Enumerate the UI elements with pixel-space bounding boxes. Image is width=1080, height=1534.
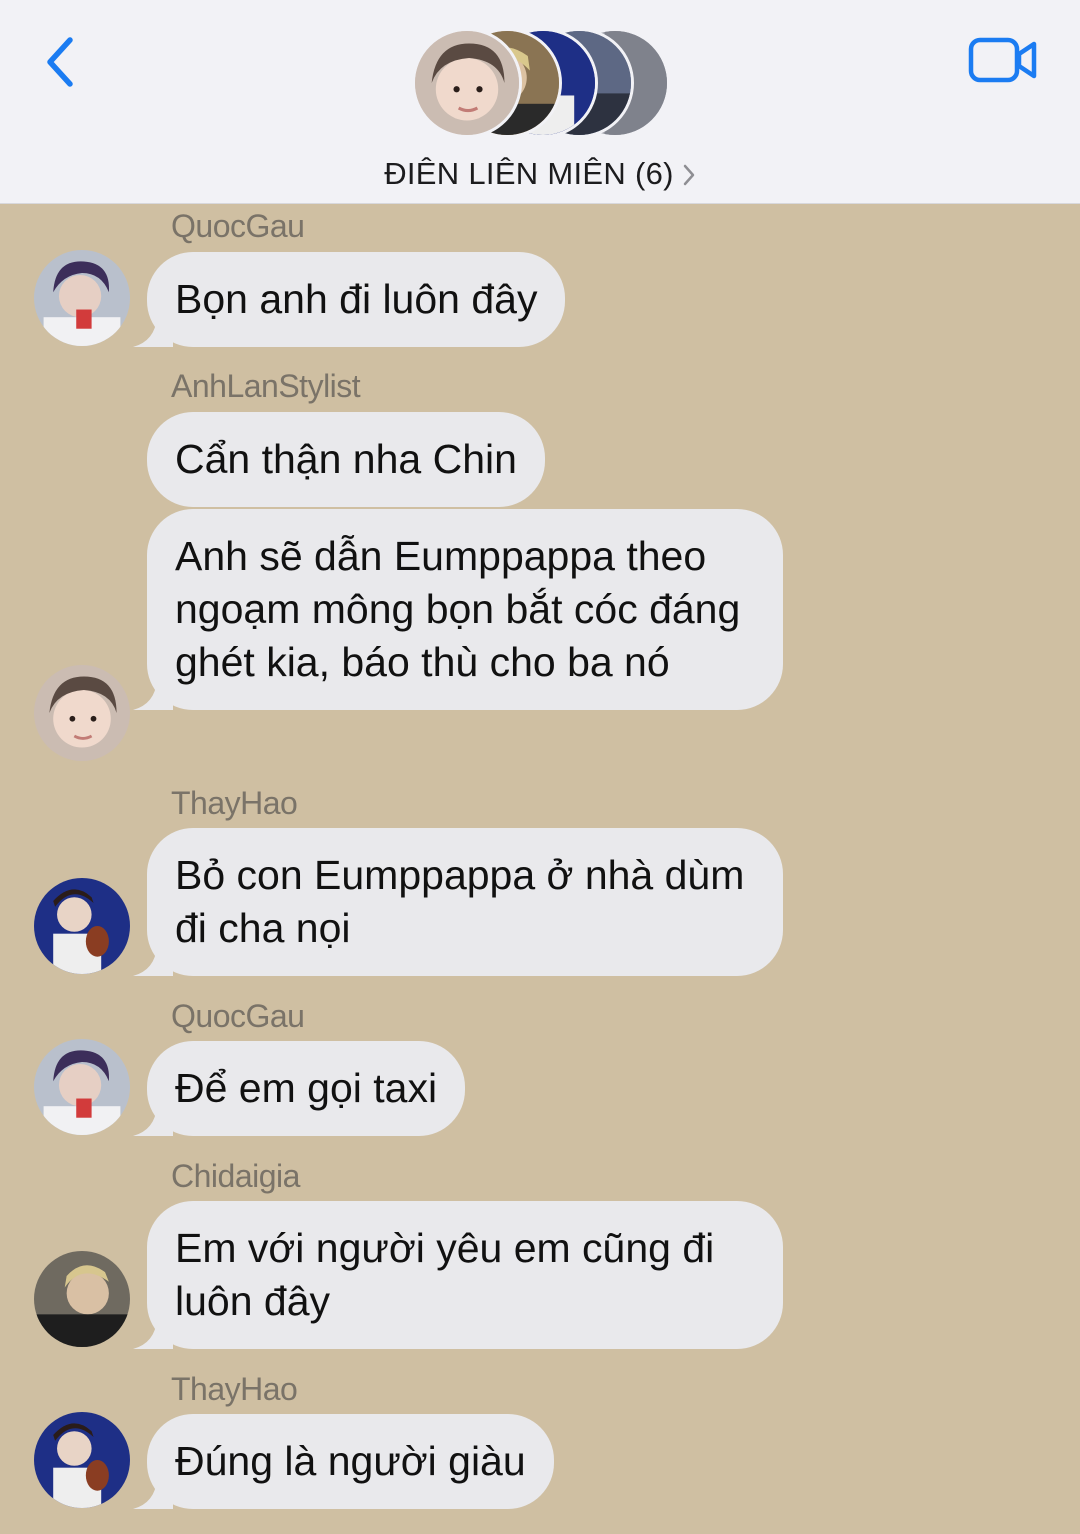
group-title[interactable]: ĐIÊN LIÊN MIÊN (6): [0, 150, 1080, 198]
bubble-tail: [133, 311, 173, 347]
avatar[interactable]: [34, 250, 130, 346]
message-bubble[interactable]: Em với người yêu em cũng đi luôn đây: [133, 1201, 783, 1349]
message-bubble[interactable]: Để em gọi taxi: [133, 1041, 466, 1136]
avatar[interactable]: [34, 1039, 130, 1135]
sender-name: ThayHao: [171, 785, 298, 821]
message-text: Đúng là người giàu: [175, 1438, 526, 1484]
avatar[interactable]: [34, 1412, 130, 1508]
message-text: Cẩn thận nha Chin: [175, 436, 517, 482]
message-text: Em với người yêu em cũng đi luôn đây: [175, 1225, 715, 1324]
avatar[interactable]: [34, 1251, 130, 1347]
message-text: Bọn anh đi luôn đây: [175, 276, 538, 322]
message-bubble[interactable]: Anh sẽ dẫn Eumppappa theo ngoạm mông bọn…: [133, 509, 783, 710]
sender-name: QuocGau: [171, 998, 305, 1034]
chat-header: ĐIÊN LIÊN MIÊN (6): [0, 0, 1080, 204]
avatar[interactable]: [34, 878, 130, 974]
message-text: Để em gọi taxi: [175, 1065, 438, 1111]
message-bubble[interactable]: Bọn anh đi luôn đây: [133, 252, 566, 347]
sender-name: ThayHao: [171, 1371, 298, 1407]
sender-name: AnhLanStylist: [171, 368, 361, 404]
sender-name: QuocGau: [171, 208, 305, 244]
bubble-tail: [133, 1313, 173, 1349]
bubble-tail: [133, 674, 173, 710]
bubble-tail: [133, 1473, 173, 1509]
group-name: ĐIÊN LIÊN MIÊN (6): [384, 156, 674, 191]
video-camera-icon: [968, 37, 1037, 83]
video-call-button[interactable]: [962, 30, 1044, 90]
chevron-left-icon: [47, 37, 73, 87]
bubble-tail: [133, 940, 173, 976]
message-bubble[interactable]: Cẩn thận nha Chin: [147, 412, 545, 507]
group-member-avatar: [412, 28, 522, 138]
message-text: Bỏ con Eumppappa ở nhà dùm đi cha nọi: [175, 852, 745, 951]
message-text: Anh sẽ dẫn Eumppappa theo ngoạm mông bọn…: [175, 533, 741, 685]
bubble-tail: [133, 1100, 173, 1136]
avatar[interactable]: [34, 665, 130, 761]
message-bubble[interactable]: Bỏ con Eumppappa ở nhà dùm đi cha nọi: [133, 828, 783, 976]
group-avatar-stack[interactable]: [412, 28, 672, 140]
message-bubble[interactable]: Đúng là người giàu: [133, 1414, 554, 1509]
back-button[interactable]: [30, 30, 90, 94]
sender-name: Chidaigia: [171, 1158, 300, 1194]
chevron-right-icon: [683, 164, 695, 186]
